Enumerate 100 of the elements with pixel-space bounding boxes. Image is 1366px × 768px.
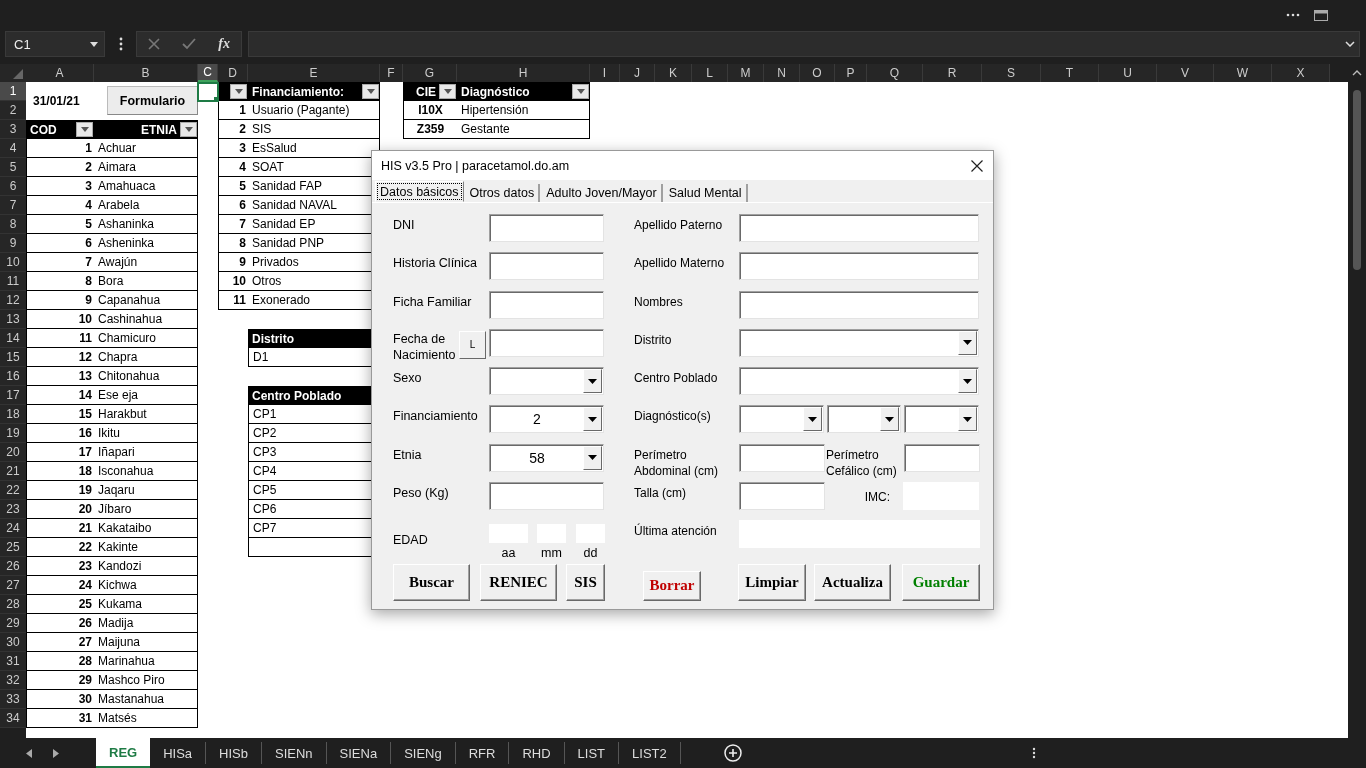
row-header[interactable]: 3 — [0, 120, 26, 139]
sheet-tab[interactable]: HISb — [206, 742, 262, 764]
more-icon[interactable] — [1286, 13, 1300, 17]
row-header[interactable]: 5 — [0, 158, 26, 177]
row-header[interactable]: 25 — [0, 538, 26, 557]
column-header[interactable]: L — [692, 64, 728, 82]
row-header[interactable]: 34 — [0, 709, 26, 728]
filter-button[interactable] — [180, 122, 197, 137]
sheet-tab[interactable]: LIST — [564, 742, 620, 764]
insert-function-button[interactable]: fx — [218, 36, 230, 52]
sheet-tab[interactable]: RHD — [509, 742, 565, 764]
column-header[interactable]: Q — [867, 64, 923, 82]
text-field[interactable] — [739, 252, 979, 281]
sheet-tab[interactable]: REG — [96, 738, 151, 768]
action-button[interactable]: Buscar — [393, 563, 470, 601]
row-header[interactable]: 2 — [0, 101, 26, 120]
row-header[interactable]: 21 — [0, 462, 26, 481]
column-header[interactable]: U — [1099, 64, 1157, 82]
row-header[interactable]: 6 — [0, 177, 26, 196]
scroll-right-icon[interactable] — [53, 748, 59, 758]
text-field[interactable] — [489, 214, 604, 242]
action-button[interactable]: RENIEC — [480, 563, 557, 601]
dropdown[interactable] — [739, 367, 979, 396]
formula-input[interactable] — [248, 31, 1360, 57]
scroll-left-icon[interactable] — [26, 748, 32, 758]
dropdown[interactable]: 58 — [489, 443, 604, 472]
text-field[interactable] — [489, 328, 604, 357]
more-vertical-icon[interactable] — [119, 37, 123, 51]
column-header[interactable]: D — [218, 64, 248, 82]
column-header[interactable]: M — [728, 64, 764, 82]
action-button[interactable]: Guardar — [902, 563, 980, 601]
dropdown-button[interactable] — [583, 445, 602, 470]
more-vertical-icon[interactable] — [1031, 747, 1036, 759]
row-header[interactable]: 31 — [0, 652, 26, 671]
sheet-tab[interactable]: RFR — [455, 742, 510, 764]
check-icon[interactable] — [182, 38, 197, 50]
column-header[interactable]: E — [248, 64, 380, 82]
column-header[interactable]: P — [835, 64, 867, 82]
dropdown-button[interactable] — [803, 407, 822, 432]
column-header[interactable]: W — [1214, 64, 1272, 82]
dropdown[interactable] — [739, 328, 979, 357]
text-field[interactable] — [739, 482, 825, 511]
row-header[interactable]: 1 — [0, 82, 26, 101]
dropdown[interactable]: 2 — [489, 405, 604, 434]
column-header[interactable]: S — [982, 64, 1041, 82]
column-header[interactable]: T — [1041, 64, 1099, 82]
dropdown-button[interactable] — [583, 369, 602, 394]
column-header[interactable]: N — [764, 64, 800, 82]
action-button[interactable]: Actualiza — [814, 563, 891, 601]
column-header[interactable]: G — [403, 64, 457, 82]
dropdown[interactable] — [739, 405, 824, 434]
row-header[interactable]: 33 — [0, 690, 26, 709]
column-header[interactable]: J — [620, 64, 655, 82]
column-header[interactable]: B — [94, 64, 198, 82]
chevron-down-icon[interactable] — [1345, 41, 1355, 47]
column-header[interactable]: H — [457, 64, 590, 82]
row-header[interactable]: 28 — [0, 595, 26, 614]
text-field[interactable] — [739, 290, 979, 319]
row-header[interactable]: 17 — [0, 386, 26, 405]
row-header[interactable]: 32 — [0, 671, 26, 690]
sheet-tab[interactable]: SIENg — [391, 742, 456, 764]
row-header[interactable]: 11 — [0, 272, 26, 291]
row-header[interactable]: 23 — [0, 500, 26, 519]
action-button[interactable]: SIS — [566, 563, 605, 601]
text-field[interactable] — [904, 443, 980, 472]
sheet-tab[interactable]: SIENa — [326, 742, 392, 764]
row-header[interactable]: 18 — [0, 405, 26, 424]
text-field[interactable] — [489, 482, 604, 511]
action-button[interactable]: Limpiar — [738, 563, 806, 601]
row-header[interactable]: 30 — [0, 633, 26, 652]
filter-button[interactable] — [76, 122, 93, 137]
dropdown[interactable] — [489, 367, 604, 396]
column-header[interactable]: F — [380, 64, 403, 82]
text-field[interactable] — [489, 252, 604, 281]
dropdown-button[interactable] — [958, 407, 977, 432]
dialog-tab[interactable]: Datos básicos — [375, 181, 464, 202]
sheet-tab[interactable]: HISa — [150, 742, 207, 764]
row-header[interactable]: 19 — [0, 424, 26, 443]
text-field[interactable] — [489, 290, 604, 319]
column-header[interactable]: X — [1272, 64, 1330, 82]
row-header[interactable]: 9 — [0, 234, 26, 253]
row-header[interactable]: 7 — [0, 196, 26, 215]
ribbon-display-icon[interactable] — [1314, 9, 1328, 21]
row-header[interactable]: 24 — [0, 519, 26, 538]
text-field[interactable] — [739, 214, 979, 242]
column-header[interactable]: I — [590, 64, 620, 82]
row-header[interactable]: 22 — [0, 481, 26, 500]
close-icon[interactable] — [971, 159, 983, 172]
dropdown[interactable] — [904, 405, 979, 434]
column-header[interactable]: R — [923, 64, 982, 82]
add-sheet-icon[interactable] — [723, 744, 742, 762]
dropdown-button[interactable] — [958, 330, 977, 355]
row-header[interactable]: 29 — [0, 614, 26, 633]
row-header[interactable]: 4 — [0, 139, 26, 158]
text-field[interactable] — [739, 443, 825, 472]
row-header[interactable]: 10 — [0, 253, 26, 272]
sheet-tab[interactable]: LIST2 — [619, 742, 681, 764]
calendar-button[interactable]: L — [459, 330, 486, 359]
row-header[interactable]: 8 — [0, 215, 26, 234]
column-header[interactable]: K — [655, 64, 692, 82]
